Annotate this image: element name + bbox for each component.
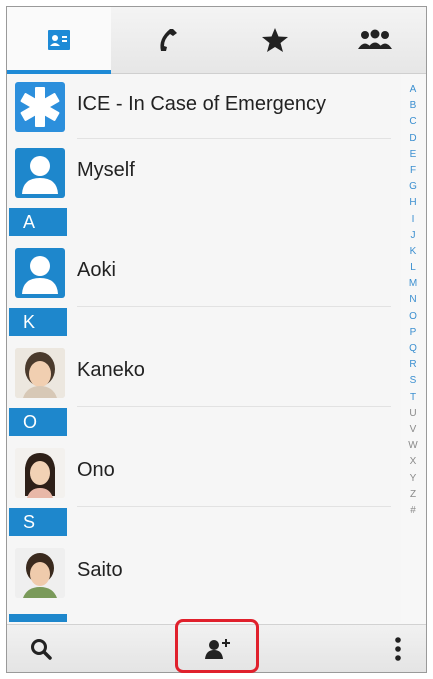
index-letter[interactable]: H	[404, 195, 422, 211]
divider	[77, 306, 391, 307]
index-letter[interactable]: U	[404, 406, 422, 422]
search-button[interactable]	[21, 631, 61, 667]
tab-favorites[interactable]	[223, 7, 327, 73]
section-letter: S	[23, 512, 36, 532]
tab-bar	[7, 7, 426, 74]
contact-name: Saito	[77, 559, 123, 581]
index-letter[interactable]: O	[404, 309, 422, 325]
index-letter[interactable]: V	[404, 422, 422, 438]
phone-screen: ICE - In Case of Emergency Myself A Aoki…	[6, 6, 427, 673]
index-letter[interactable]: D	[404, 131, 422, 147]
photo-avatar	[15, 548, 65, 598]
divider	[77, 406, 391, 407]
group-icon	[358, 29, 392, 49]
contact-row[interactable]: Aoki	[7, 240, 401, 302]
index-letter[interactable]: X	[404, 454, 422, 470]
default-avatar-icon	[15, 148, 65, 198]
overflow-menu-icon	[395, 637, 401, 661]
ice-entry[interactable]: ICE - In Case of Emergency	[7, 74, 401, 136]
photo-avatar	[15, 448, 65, 498]
index-letter[interactable]: T	[404, 390, 422, 406]
contact-name: Kaneko	[77, 359, 145, 381]
index-letter[interactable]: F	[404, 163, 422, 179]
contact-row[interactable]: Kaneko	[7, 340, 401, 402]
star-of-life-icon	[15, 82, 65, 132]
contact-name: Aoki	[77, 259, 116, 281]
tab-contacts[interactable]	[7, 7, 111, 74]
tab-groups[interactable]	[323, 7, 426, 73]
section-letter: O	[23, 412, 38, 432]
section-header-s: S	[9, 508, 67, 536]
index-letter[interactable]: I	[404, 212, 422, 228]
alphabet-index[interactable]: A B C D E F G H I J K L M N O P Q R S T U V W X Y Z #	[404, 82, 422, 622]
search-icon	[31, 639, 52, 660]
divider	[77, 506, 391, 507]
index-letter[interactable]: W	[404, 438, 422, 454]
index-letter[interactable]: B	[404, 98, 422, 114]
contact-row[interactable]: Ono	[7, 440, 401, 502]
index-letter[interactable]: J	[404, 228, 422, 244]
index-letter[interactable]: Q	[404, 341, 422, 357]
index-letter[interactable]: S	[404, 373, 422, 389]
photo-avatar	[15, 348, 65, 398]
index-letter[interactable]: C	[404, 114, 422, 130]
contact-name: Myself	[77, 159, 135, 181]
contact-name: Ono	[77, 459, 115, 481]
index-letter[interactable]: A	[404, 82, 422, 98]
section-letter: K	[23, 312, 36, 332]
tab-call-log[interactable]	[115, 7, 219, 73]
index-letter[interactable]: R	[404, 357, 422, 373]
section-header-o: O	[9, 408, 67, 436]
section-header-partial	[9, 614, 67, 622]
divider	[77, 138, 391, 139]
index-letter[interactable]: Z	[404, 487, 422, 503]
highlight-box	[175, 619, 259, 673]
index-letter[interactable]: P	[404, 325, 422, 341]
contact-row[interactable]: Saito	[7, 540, 401, 602]
index-letter[interactable]: M	[404, 276, 422, 292]
section-letter: A	[23, 212, 36, 232]
default-avatar-icon	[15, 248, 65, 298]
index-letter[interactable]: K	[404, 244, 422, 260]
section-header-k: K	[9, 308, 67, 336]
index-letter[interactable]: N	[404, 292, 422, 308]
phone-handset-icon	[160, 29, 177, 51]
index-letter[interactable]: Y	[404, 471, 422, 487]
index-letter[interactable]: E	[404, 147, 422, 163]
section-header-a: A	[9, 208, 67, 236]
contact-name: ICE - In Case of Emergency	[77, 93, 326, 115]
overflow-menu-button[interactable]	[383, 631, 413, 667]
index-letter[interactable]: G	[404, 179, 422, 195]
index-letter[interactable]: L	[404, 260, 422, 276]
contact-card-icon	[48, 30, 70, 50]
star-icon	[262, 28, 288, 52]
myself-entry[interactable]: Myself	[7, 140, 401, 202]
index-letter[interactable]: #	[404, 503, 422, 519]
contact-list[interactable]: ICE - In Case of Emergency Myself A Aoki…	[7, 74, 401, 622]
